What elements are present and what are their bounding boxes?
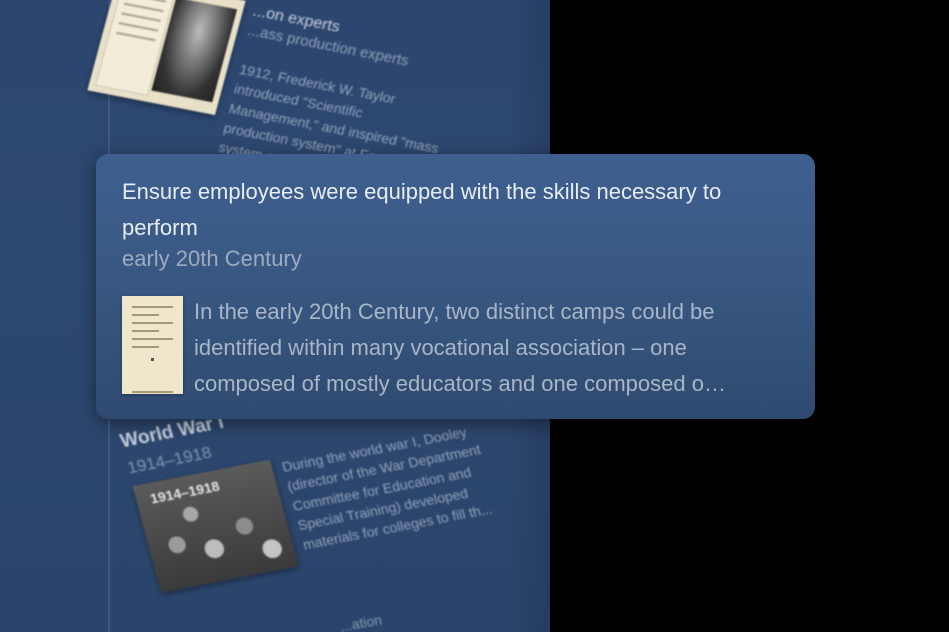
- next-entry-fragment: ...ation: [338, 611, 384, 632]
- photo-caption: 1914–1918: [148, 477, 222, 507]
- card-date: early 20th Century: [122, 246, 302, 271]
- timeline-card[interactable]: Ensure employees were equipped with the …: [96, 154, 815, 419]
- taylor-thumbnail: [87, 0, 246, 116]
- world-war-photo: 1914–1918: [132, 459, 299, 593]
- timeline-view: ...on experts ...ass production experts …: [0, 0, 949, 632]
- card-title: Ensure employees were equipped with the …: [122, 179, 722, 240]
- document-thumbnail[interactable]: [122, 296, 183, 394]
- timeline-entry-taylor[interactable]: ...on experts ...ass production experts …: [87, 0, 491, 173]
- card-description: In the early 20th Century, two distinct …: [194, 299, 726, 396]
